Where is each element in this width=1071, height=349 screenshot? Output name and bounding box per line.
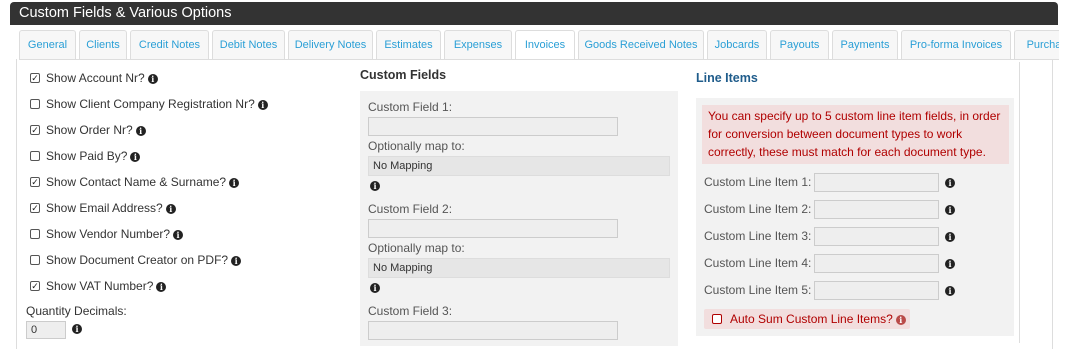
custom-field-2-mapping-select[interactable]: No Mapping [368,258,670,278]
custom-line-item-2-input[interactable] [814,200,939,219]
checkbox[interactable] [712,314,722,324]
tab-credit-notes[interactable]: Credit Notes [130,30,209,59]
tab-purchase[interactable]: Purcha [1014,30,1059,59]
info-icon[interactable]: i [370,181,380,191]
tab-estimates[interactable]: Estimates [376,30,441,59]
checkbox[interactable]: ✓ [30,177,40,187]
tab-payouts[interactable]: Payouts [770,30,829,59]
custom-line-item-3-input[interactable] [814,227,939,246]
tab-invoices[interactable]: Invoices [515,30,575,59]
custom-line-item-5-label: Custom Line Item 5: [704,283,812,297]
info-icon[interactable]: i [229,177,240,188]
quantity-decimals-input[interactable]: 0 [26,321,66,339]
custom-line-item-1-input[interactable] [814,173,939,192]
line-items-alert: You can specify up to 5 custom line item… [702,105,1009,164]
map-to-label-2: Optionally map to: [368,241,465,255]
info-icon[interactable]: i [945,178,955,188]
info-icon[interactable]: i [257,99,268,110]
tab-delivery-notes[interactable]: Delivery Notes [288,30,373,59]
info-icon[interactable]: i [945,205,955,215]
checkbox[interactable] [30,255,40,265]
checkbox[interactable]: ✓ [30,125,40,135]
custom-field-2-label: Custom Field 2: [368,202,453,216]
info-icon[interactable]: i [231,255,242,266]
custom-fields-title: Custom Fields [360,68,447,82]
info-icon[interactable]: i [945,232,955,242]
custom-field-1-input[interactable] [368,117,618,136]
line-items-title: Line Items [696,71,758,85]
info-icon[interactable]: i [370,283,380,293]
info-icon[interactable]: i [156,281,167,292]
custom-line-item-3-label: Custom Line Item 3: [704,229,812,243]
checkbox[interactable]: ✓ [30,281,40,291]
custom-line-item-5-input[interactable] [814,281,939,300]
info-icon[interactable]: i [147,73,158,84]
custom-field-1-label: Custom Field 1: [368,100,453,114]
tab-pro-forma-invoices[interactable]: Pro-forma Invoices [901,30,1011,59]
tab-jobcards[interactable]: Jobcards [707,30,767,59]
custom-field-2-input[interactable] [368,219,618,238]
checkbox[interactable] [30,229,40,239]
tab-general[interactable]: General [19,30,76,59]
checkbox[interactable]: ✓ [30,73,40,83]
auto-sum-custom-line-items-option[interactable]: Auto Sum Custom Line Items? i [704,309,910,329]
map-to-label-1: Optionally map to: [368,139,465,153]
tab-debit-notes[interactable]: Debit Notes [212,30,285,59]
tab-bar: General Clients Credit Notes Debit Notes… [19,30,1059,60]
custom-line-item-4-label: Custom Line Item 4: [704,256,812,270]
info-icon[interactable]: i [135,125,146,136]
info-icon[interactable]: i [165,203,176,214]
info-icon[interactable]: i [72,324,82,334]
tab-expenses[interactable]: Expenses [444,30,512,59]
checkbox[interactable] [30,151,40,161]
info-icon[interactable]: i [895,314,906,325]
tab-goods-received-notes[interactable]: Goods Received Notes [578,30,704,59]
custom-field-3-input[interactable] [368,321,618,340]
checkbox[interactable] [30,99,40,109]
custom-line-item-2-label: Custom Line Item 2: [704,202,812,216]
custom-field-3-label: Custom Field 3: [368,304,453,318]
info-icon[interactable]: i [173,229,184,240]
section-title-bar: Custom Fields & Various Options [10,2,1058,25]
quantity-decimals-label: Quantity Decimals: [26,304,127,318]
checkbox[interactable]: ✓ [30,203,40,213]
custom-line-item-4-input[interactable] [814,254,939,273]
tab-clients[interactable]: Clients [79,30,127,59]
custom-field-1-mapping-select[interactable]: No Mapping [368,156,670,176]
info-icon[interactable]: i [945,286,955,296]
info-icon[interactable]: i [130,151,141,162]
info-icon[interactable]: i [945,259,955,269]
tab-payments[interactable]: Payments [832,30,898,59]
section-title: Custom Fields & Various Options [19,5,232,21]
custom-line-item-1-label: Custom Line Item 1: [704,175,812,189]
